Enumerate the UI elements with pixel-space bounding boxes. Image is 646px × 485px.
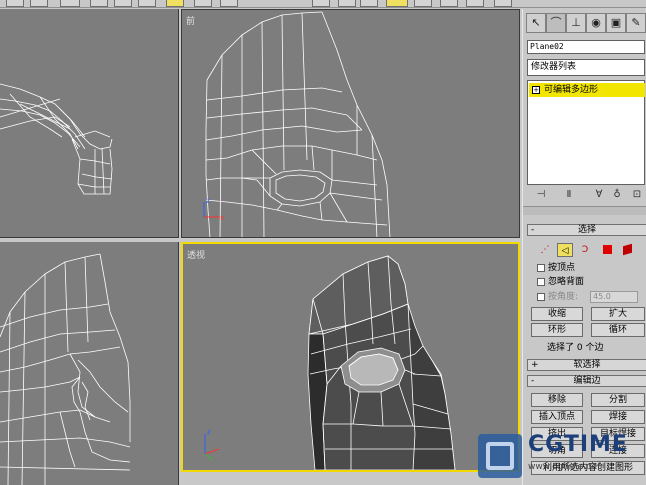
viewport-left[interactable] xyxy=(0,242,179,485)
3dsmax-workspace: 前 z x 透视 z ↖ ⌒ ⊥ ◉ ▣ ✎ Plane02 修改器列表 + 可… xyxy=(0,0,646,485)
svg-text:z: z xyxy=(206,197,210,205)
rollout-title: 选择 xyxy=(577,225,596,235)
ring-button[interactable]: 环形 xyxy=(531,323,583,337)
checkbox-label: 按顶点 xyxy=(548,263,576,273)
rollout-title: 软选择 xyxy=(573,360,601,370)
top-view-wireframe xyxy=(0,83,113,195)
rollout-title: 编辑边 xyxy=(573,376,601,386)
perspective-view-shaded: z xyxy=(204,255,456,470)
selection-status: 选择了 0 个边 xyxy=(547,343,604,353)
left-view-wireframe xyxy=(0,253,131,485)
toolbar-button[interactable] xyxy=(6,0,24,7)
command-panel-tabs: ↖ ⌒ ⊥ ◉ ▣ ✎ xyxy=(523,13,646,35)
object-name-field[interactable]: Plane02 xyxy=(527,40,645,54)
stack-item-editable-poly[interactable]: + 可编辑多边形 xyxy=(529,83,645,97)
toolbar-button[interactable] xyxy=(138,0,156,7)
svg-text:z: z xyxy=(207,428,211,436)
modifier-list-dropdown[interactable]: 修改器列表 xyxy=(527,59,645,76)
subobject-mode-icons: ⋰ ◁ Ɔ xyxy=(537,243,637,257)
svg-text:x: x xyxy=(220,214,224,222)
command-panel: ↖ ⌒ ⊥ ◉ ▣ ✎ Plane02 修改器列表 + 可编辑多边形 ⊣ Ⅱ ∀ … xyxy=(522,9,646,485)
front-view-wireframe: z x xyxy=(203,11,391,237)
element-mode-icon[interactable] xyxy=(619,243,635,257)
axis-gizmo-persp: z xyxy=(204,428,220,461)
toolbar-button[interactable] xyxy=(312,0,330,7)
checkbox-box[interactable] xyxy=(537,263,545,272)
toolbar-button[interactable] xyxy=(360,0,378,7)
modify-icon[interactable]: ⌒ xyxy=(546,13,566,33)
checkbox-label: 按角度: xyxy=(548,292,579,302)
make-unique-icon[interactable]: ∀ xyxy=(591,187,607,202)
snap-toggle-button[interactable] xyxy=(386,0,408,7)
toolbar-button[interactable] xyxy=(30,0,48,7)
pin-stack-icon[interactable]: ⊣ xyxy=(533,187,549,202)
panel-divider xyxy=(523,206,646,215)
toolbar-button[interactable] xyxy=(494,0,512,7)
toolbar-button[interactable] xyxy=(60,0,80,7)
remove-button[interactable]: 移除 xyxy=(531,393,583,407)
insert-vertex-button[interactable]: 插入顶点 xyxy=(531,410,583,424)
toolbar-button[interactable] xyxy=(114,0,132,7)
selection-rollout-header[interactable]: - 选择 xyxy=(527,224,646,236)
expand-toggle[interactable]: + xyxy=(532,85,540,94)
expand-icon: + xyxy=(531,360,539,370)
show-end-result-icon[interactable]: Ⅱ xyxy=(561,187,577,202)
weld-button[interactable]: 焊接 xyxy=(591,410,645,424)
split-button[interactable]: 分割 xyxy=(591,393,645,407)
watermark: CGTIME www.cgtime.net xyxy=(478,430,646,485)
watermark-brand: CGTIME xyxy=(528,432,628,457)
viewport-top[interactable] xyxy=(0,9,179,238)
edit-edges-rollout-header[interactable]: - 编辑边 xyxy=(527,375,646,387)
by-angle-checkbox[interactable]: 按角度: xyxy=(537,291,578,303)
display-icon[interactable]: ▣ xyxy=(606,13,626,33)
border-mode-icon[interactable]: Ɔ xyxy=(577,243,593,257)
motion-icon[interactable]: ◉ xyxy=(586,13,606,33)
main-toolbar xyxy=(0,0,646,8)
checkbox-box[interactable] xyxy=(537,292,545,301)
viewport-front[interactable]: 前 z x xyxy=(181,9,520,238)
toolbar-button[interactable] xyxy=(194,0,212,7)
loop-button[interactable]: 循环 xyxy=(591,323,645,337)
modifier-stack: + 可编辑多边形 xyxy=(527,80,645,185)
toolbar-button[interactable] xyxy=(220,0,238,7)
configure-sets-icon[interactable]: ⊡ xyxy=(629,187,645,202)
grow-button[interactable]: 扩大 xyxy=(591,307,645,321)
polygon-mode-icon[interactable] xyxy=(599,243,615,257)
remove-modifier-icon[interactable]: ♁ xyxy=(609,187,625,202)
toolbar-button[interactable] xyxy=(414,0,432,7)
checkbox-label: 忽略背面 xyxy=(548,277,585,287)
shrink-button[interactable]: 收缩 xyxy=(531,307,583,321)
select-tool-button[interactable] xyxy=(166,0,184,7)
soft-selection-rollout-header[interactable]: + 软选择 xyxy=(527,359,646,371)
watermark-logo xyxy=(478,434,522,478)
ignore-backfacing-checkbox[interactable]: 忽略背面 xyxy=(537,276,584,288)
angle-spinner[interactable]: 45.0 xyxy=(590,291,638,303)
collapse-icon: - xyxy=(531,225,535,235)
by-vertex-checkbox[interactable]: 按顶点 xyxy=(537,262,575,274)
utilities-icon[interactable]: ✎ xyxy=(626,13,646,33)
collapse-icon: - xyxy=(531,376,535,386)
toolbar-button[interactable] xyxy=(338,0,356,7)
viewport-perspective[interactable]: 透视 z xyxy=(181,242,520,472)
hierarchy-icon[interactable]: ⊥ xyxy=(566,13,586,33)
checkbox-box[interactable] xyxy=(537,277,545,286)
watermark-url: www.cgtime.net xyxy=(528,462,601,472)
vertex-mode-icon[interactable]: ⋰ xyxy=(537,243,553,257)
stack-tools: ⊣ Ⅱ ∀ ♁ ⊡ xyxy=(527,187,645,203)
create-icon[interactable]: ↖ xyxy=(526,13,546,33)
edge-mode-icon[interactable]: ◁ xyxy=(557,243,573,257)
stack-item-label: 可编辑多边形 xyxy=(544,85,599,95)
toolbar-button[interactable] xyxy=(90,0,108,7)
toolbar-button[interactable] xyxy=(440,0,458,7)
toolbar-button[interactable] xyxy=(466,0,484,7)
